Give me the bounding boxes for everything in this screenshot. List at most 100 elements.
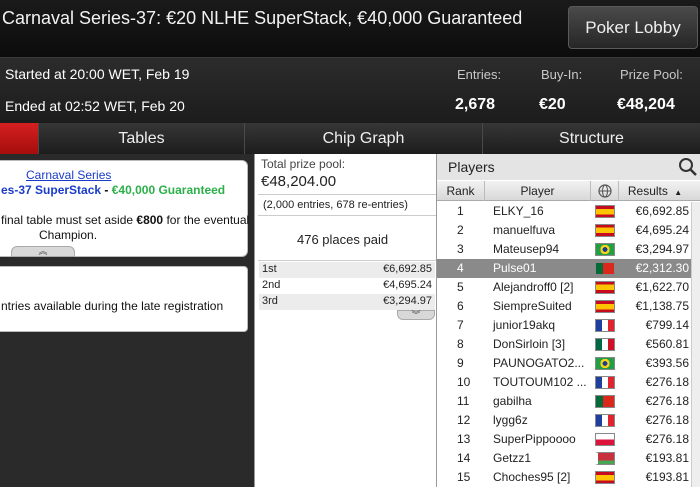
player-result: €393.56 [645,356,689,370]
player-name: TOUTOUM102 ... [493,375,587,389]
prize-panel: Total prize pool: €48,204.00 (2,000 entr… [254,154,436,487]
player-result: €276.18 [645,413,689,427]
portugal-flag-icon [595,262,615,275]
entries-detail: (2,000 entries, 678 re-entries) [263,199,408,211]
player-row[interactable]: 12 lygg6z €276.18 [437,411,700,430]
player-row[interactable]: 4 Pulse01 €2,312.30 [437,259,700,278]
title-bar: Carnaval Series-37: €20 NLHE SuperStack,… [0,0,700,57]
player-row[interactable]: 1 ELKY_16 €6,692.85 [437,202,700,221]
player-result: €4,695.24 [635,223,689,237]
tab-tables[interactable]: Tables [38,123,244,154]
player-result: €193.81 [645,451,689,465]
places-paid: 476 places paid [297,232,389,247]
poker-lobby-button[interactable]: Poker Lobby [568,6,698,49]
player-rank: 5 [457,280,464,294]
player-rank: 3 [457,242,464,256]
player-row[interactable]: 11 gabilha €276.18 [437,392,700,411]
player-result: €3,294.97 [635,242,689,256]
player-row[interactable]: 9 PAUNOGATO2... €393.56 [437,354,700,373]
subtitle-part-b: €40,000 Guaranteed [111,183,226,197]
series-link[interactable]: Carnaval Series [26,168,111,182]
player-rank: 15 [457,470,471,484]
player-row[interactable]: 8 DonSirloin [3] €560.81 [437,335,700,354]
player-result: €1,138.75 [635,299,689,313]
players-column-header: Rank Player Results ▲ [437,181,700,201]
player-name: DonSirloin [3] [493,337,566,351]
player-name: Mateusep94 [493,242,560,256]
player-rank: 2 [457,223,464,237]
prize-amount: €6,692.85 [383,263,432,275]
prize-pool-value: €48,204 [617,96,675,113]
tab-bar: Tables Chip Graph Structure [0,123,700,154]
total-prize-value: €48,204.00 [261,173,337,190]
tournament-description-card: Carnaval Series es-37 SuperStack - €40,0… [0,160,249,257]
note-part-b: for the eventual [163,213,250,227]
player-rank: 9 [457,356,464,370]
note-part-a: final table must set aside [1,213,137,227]
player-row[interactable]: 6 SiempreSuited €1,138.75 [437,297,700,316]
player-row[interactable]: 10 TOUTOUM102 ... €276.18 [437,373,700,392]
prize-amount: €3,294.97 [383,295,432,307]
player-rank: 6 [457,299,464,313]
player-row[interactable]: 2 manuelfuva €4,695.24 [437,221,700,240]
player-result: €6,692.85 [635,204,689,218]
prize-place: 3rd [262,295,278,307]
divider [258,260,436,261]
player-name: PAUNOGATO2... [493,356,585,370]
poland-flag-icon [595,433,615,446]
expand-chevron-icon[interactable]: ︾ [397,310,435,320]
player-name: lygg6z [493,413,528,427]
prize-row: 2nd €4,695.24 [259,278,435,294]
player-result: €799.14 [645,318,689,332]
tab-chip-graph[interactable]: Chip Graph [244,123,482,154]
spain-flag-icon [595,224,615,237]
player-rank: 12 [457,413,471,427]
player-name: junior19akq [493,318,556,332]
player-result: €276.18 [645,375,689,389]
column-results[interactable]: Results ▲ [619,181,691,201]
player-name: SiempreSuited [493,299,572,313]
players-header: Players [437,154,700,180]
player-row[interactable]: 13 SuperPippoooo €276.18 [437,430,700,449]
scrollbar[interactable] [691,202,700,487]
player-row[interactable]: 3 Mateusep94 €3,294.97 [437,240,700,259]
divider [258,215,436,216]
prize-place: 1st [262,263,277,275]
subtitle-part-a: es-37 SuperStack [1,183,102,197]
column-country[interactable] [591,181,619,201]
mexico-flag-icon [595,338,615,351]
column-player[interactable]: Player [485,181,591,201]
tournament-info-panel: Started at 20:00 WET, Feb 19 Ended at 02… [0,57,700,123]
portugal-flag-icon [595,395,615,408]
entries-value: 2,678 [455,96,496,113]
player-rank: 8 [457,337,464,351]
player-name: Choches95 [2] [493,470,571,484]
player-row[interactable]: 5 Alejandroff0 [2] €1,622.70 [437,278,700,297]
search-icon[interactable] [678,157,698,177]
late-registration-card: ntries available during the late registr… [0,266,248,332]
player-rank: 4 [457,261,464,275]
column-rank[interactable]: Rank [437,181,485,201]
player-row[interactable]: 15 Choches95 [2] €193.81 [437,468,700,487]
prize-pool-label: Prize Pool: [620,67,683,82]
player-rank: 14 [457,451,471,465]
tab-info[interactable] [0,123,38,154]
final-table-note: final table must set aside €800 for the … [1,213,249,227]
player-result: €1,622.70 [635,280,689,294]
entries-label: Entries: [457,67,502,82]
collapse-chevron-icon[interactable]: ︽ [11,246,75,257]
player-row[interactable]: 14 Getzz1 €193.81 [437,449,700,468]
tab-structure[interactable]: Structure [482,123,700,154]
france-flag-icon [595,319,615,332]
player-rank: 7 [457,318,464,332]
late-registration-note: ntries available during the late registr… [1,299,224,313]
note-amount: €800 [136,213,164,227]
column-results-label: Results [627,184,668,198]
player-row[interactable]: 7 junior19akq €799.14 [437,316,700,335]
spain-flag-icon [595,205,615,218]
player-name: Getzz1 [493,451,532,465]
player-rank: 1 [457,204,464,218]
player-rank: 11 [457,394,470,408]
player-name: Pulse01 [493,261,537,275]
france-flag-icon [595,376,615,389]
